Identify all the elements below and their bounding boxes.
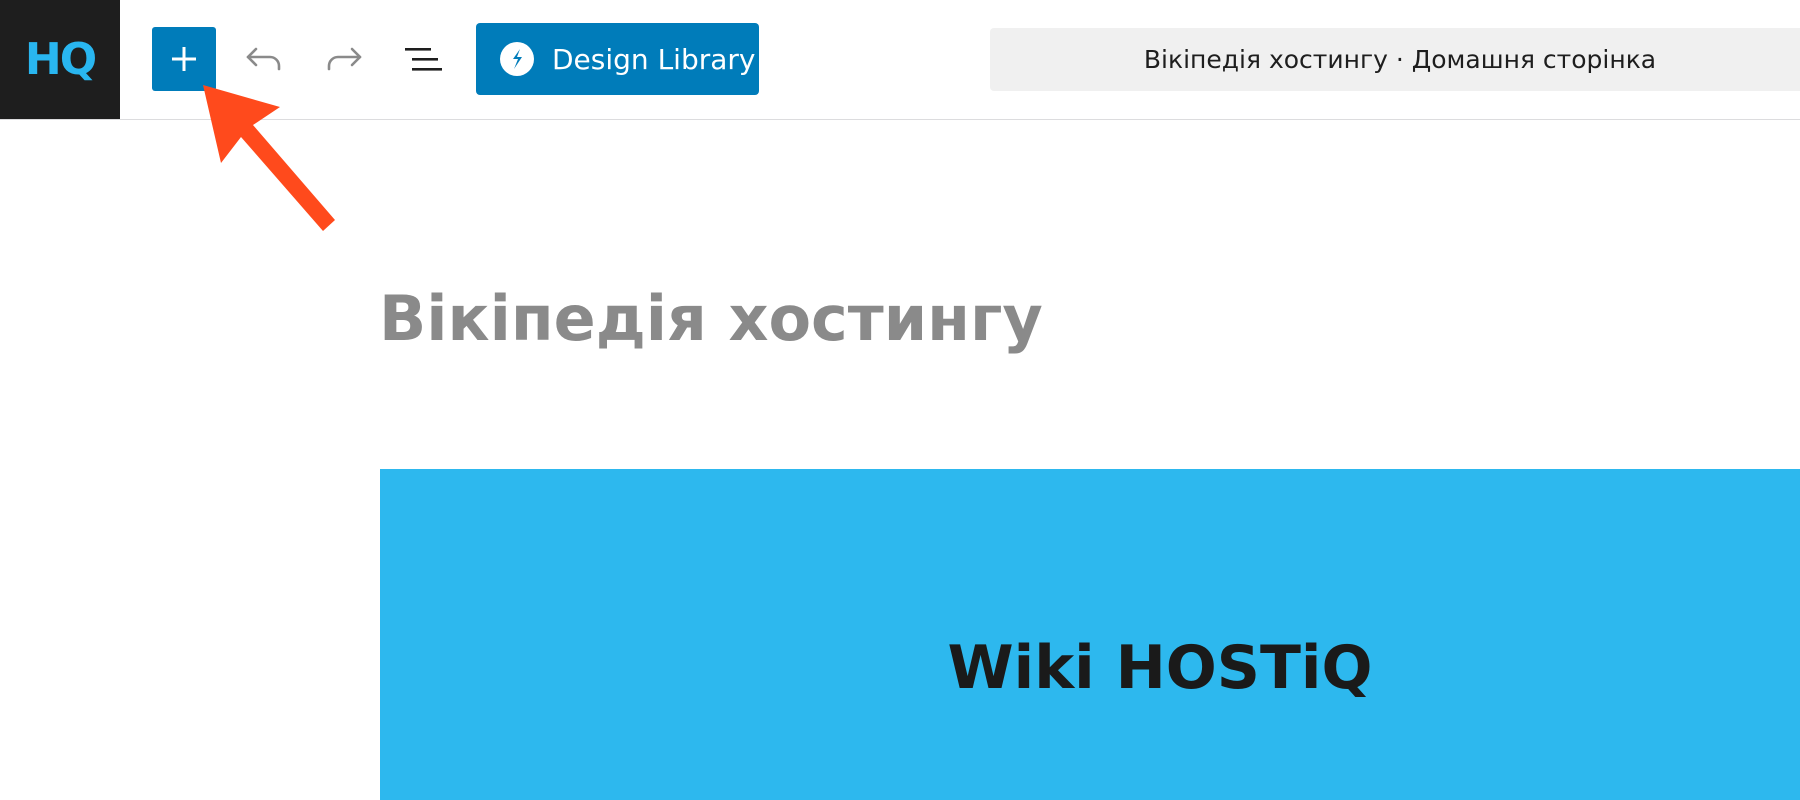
- design-library-label: Design Library: [552, 42, 756, 76]
- document-title-bar[interactable]: Вікіпедія хостингу · Домашня сторінка: [990, 28, 1800, 91]
- annotation-arrow: [203, 85, 335, 231]
- document-title: Вікіпедія хостингу · Домашня сторінка: [1143, 45, 1657, 74]
- redo-button[interactable]: [312, 27, 376, 91]
- hero-heading[interactable]: Wiki HOSTiQ: [380, 633, 1800, 703]
- plus-icon: [172, 47, 196, 71]
- post-title[interactable]: Вікіпедія хостингу: [379, 282, 1043, 355]
- redo-icon: [327, 47, 362, 71]
- design-library-button[interactable]: Design Library: [476, 23, 759, 95]
- undo-icon: [246, 47, 281, 71]
- block-inserter-button[interactable]: [152, 27, 216, 91]
- list-view-icon: [405, 48, 442, 71]
- site-logo-button[interactable]: HQ: [0, 0, 120, 119]
- logo-text: HQ: [24, 34, 97, 85]
- stackable-logo-icon: [500, 42, 534, 76]
- undo-button[interactable]: [232, 27, 296, 91]
- editor-page: HQ Design Library Вікіпедія хостингу · Д…: [0, 0, 1800, 800]
- hero-block[interactable]: Wiki HOSTiQ: [380, 469, 1800, 800]
- list-view-button[interactable]: [392, 27, 456, 91]
